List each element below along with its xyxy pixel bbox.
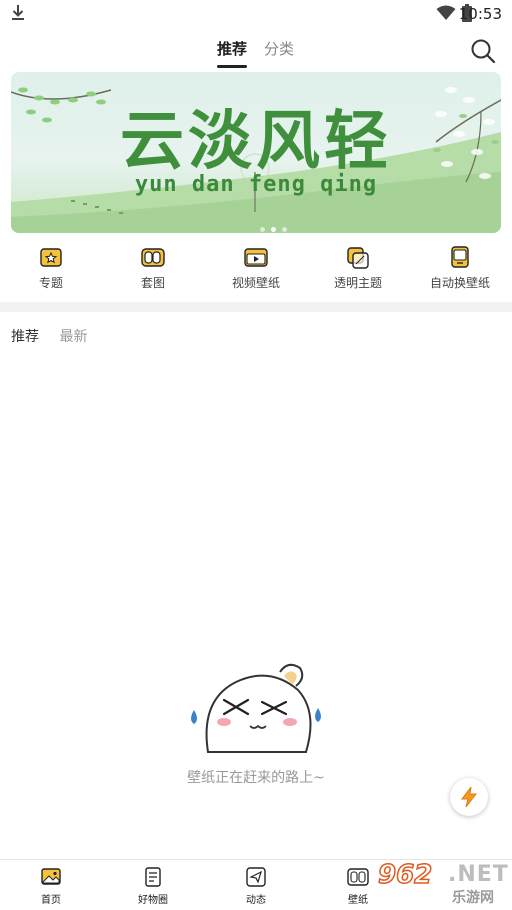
nav-dynamics[interactable]: 动态 bbox=[216, 866, 296, 906]
quick-item-label: 视频壁纸 bbox=[231, 276, 280, 290]
top-tabs: 推荐 分类 bbox=[0, 38, 512, 68]
search-icon[interactable] bbox=[470, 38, 496, 64]
tab-recommend[interactable]: 推荐 bbox=[217, 38, 248, 68]
banner-subtitle: yun dan feng qing bbox=[134, 172, 378, 197]
carousel-dot bbox=[282, 227, 287, 232]
quick-item-label: 套图 bbox=[140, 276, 165, 290]
subtab-latest[interactable]: 最新 bbox=[59, 326, 87, 346]
nav-label: 首页 bbox=[41, 895, 61, 906]
nav-label: 好物圈 bbox=[138, 895, 168, 906]
carousel-dot bbox=[260, 227, 265, 232]
nav-home[interactable]: 首页 bbox=[11, 866, 91, 906]
auto-wallpaper-icon bbox=[451, 246, 469, 268]
banner-title: 云淡风轻 bbox=[120, 104, 392, 179]
quick-categories: 专题 套图 视频壁纸 透明主题 自动换壁纸 bbox=[0, 242, 512, 298]
banner-carousel[interactable]: 云淡风轻 yun dan feng qing bbox=[11, 72, 501, 233]
watermark-cn: 乐游网 bbox=[452, 890, 494, 906]
quick-item-label: 透明主题 bbox=[333, 276, 382, 290]
video-wallpaper-icon bbox=[244, 248, 268, 267]
status-bar: 10:53 bbox=[0, 0, 512, 28]
home-image-icon bbox=[41, 868, 61, 885]
quick-item-topic[interactable]: 专题 bbox=[1, 242, 101, 291]
flash-button[interactable] bbox=[450, 778, 488, 816]
watermark-logo: 962 .NET 乐游网 bbox=[374, 859, 512, 908]
carousel-dot-active bbox=[271, 227, 276, 232]
wifi-icon bbox=[436, 5, 456, 20]
download-icon bbox=[12, 5, 24, 20]
section-divider bbox=[0, 302, 512, 312]
star-frame-icon bbox=[40, 248, 62, 267]
empty-state-text: 壁纸正在赶来的路上~ bbox=[187, 770, 325, 786]
notebook-icon bbox=[145, 867, 161, 887]
paper-plane-icon bbox=[246, 867, 266, 887]
image-set-icon bbox=[141, 248, 165, 267]
watermark-number: 962 bbox=[377, 859, 433, 891]
subtab-recommend[interactable]: 推荐 bbox=[11, 326, 39, 346]
lightning-icon bbox=[461, 786, 478, 808]
nav-label: 动态 bbox=[246, 895, 266, 906]
transparent-theme-icon bbox=[347, 247, 369, 269]
wallpaper-icon bbox=[347, 868, 369, 886]
tab-category[interactable]: 分类 bbox=[264, 38, 294, 59]
status-time: 10:53 bbox=[458, 5, 502, 23]
carousel-dots bbox=[257, 217, 290, 233]
nav-goods-circle[interactable]: 好物圈 bbox=[113, 866, 193, 906]
quick-item-label: 自动换壁纸 bbox=[429, 276, 490, 290]
quick-item-image-set[interactable]: 套图 bbox=[103, 242, 203, 291]
watermark-net: .NET bbox=[448, 862, 509, 887]
quick-item-label: 专题 bbox=[38, 276, 63, 290]
sub-tabs: 推荐 最新 bbox=[11, 326, 103, 346]
empty-state-illustration bbox=[191, 663, 321, 753]
quick-item-video-wallpaper[interactable]: 视频壁纸 bbox=[206, 242, 306, 291]
quick-item-auto-wallpaper[interactable]: 自动换壁纸 bbox=[410, 242, 510, 291]
quick-item-transparent-theme[interactable]: 透明主题 bbox=[308, 242, 408, 291]
